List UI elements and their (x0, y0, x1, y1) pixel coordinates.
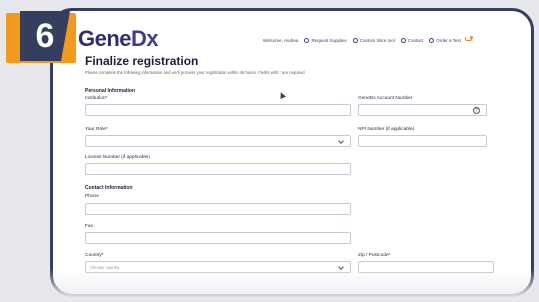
role-label: Your Role* (85, 127, 108, 132)
npi-label: NPI Number (if applicable) (358, 127, 415, 132)
fax-input[interactable] (85, 232, 351, 244)
npi-input[interactable] (358, 135, 487, 147)
license-input[interactable] (85, 163, 351, 175)
slice-icon (352, 37, 358, 43)
account-number-input[interactable]: ? (358, 104, 487, 116)
page-subtitle: Please complete the following informatio… (85, 70, 305, 75)
country-label: Country* (85, 253, 104, 258)
country-placeholder: Choose country (90, 265, 120, 270)
fax-label: Fax (85, 224, 93, 229)
contact-icon (400, 37, 406, 43)
nav-custom-slice-label: Custom Slice tool (359, 37, 395, 43)
top-navigation: Welcome, Andrea Request Supplies Custom … (257, 36, 473, 44)
nav-custom-slice[interactable]: Custom Slice tool (352, 37, 395, 43)
genedx-logo[interactable]: GeneDx (78, 26, 159, 52)
zip-label: Zip / Postcode* (358, 253, 391, 258)
phone-label: Phone (85, 194, 99, 199)
institution-label: Institution* (85, 96, 108, 101)
nav-request-supplies-label: Request Supplies (311, 37, 347, 43)
section-contact-info: Contact Information (85, 185, 133, 191)
section-personal-info: Personal Information (85, 88, 136, 94)
logo-text-dx: Dx (131, 26, 159, 51)
role-select[interactable] (85, 135, 351, 147)
license-label: License Number (if applicable) (85, 155, 150, 160)
supplies-icon (304, 37, 310, 43)
nav-order-test-label: Order a Test (436, 37, 461, 43)
country-select[interactable]: Choose country (85, 261, 351, 273)
phone-input[interactable] (85, 203, 351, 215)
logo-text-main: Gene (78, 26, 132, 51)
cart-icon[interactable] (464, 36, 473, 44)
nav-request-supplies[interactable]: Request Supplies (304, 37, 347, 43)
institution-input[interactable] (85, 104, 351, 116)
nav-contact-label: Contact (407, 37, 424, 43)
nav-order-test[interactable]: Order a Test (429, 37, 461, 43)
help-icon[interactable]: ? (473, 107, 480, 114)
page-title: Finalize registration (85, 54, 199, 68)
order-icon (429, 37, 435, 43)
nav-contact[interactable]: Contact (400, 37, 424, 43)
account-number-label: GeneDx Account Number (358, 96, 413, 101)
welcome-text: Welcome, Andrea (263, 37, 299, 43)
zip-input[interactable] (358, 261, 494, 273)
